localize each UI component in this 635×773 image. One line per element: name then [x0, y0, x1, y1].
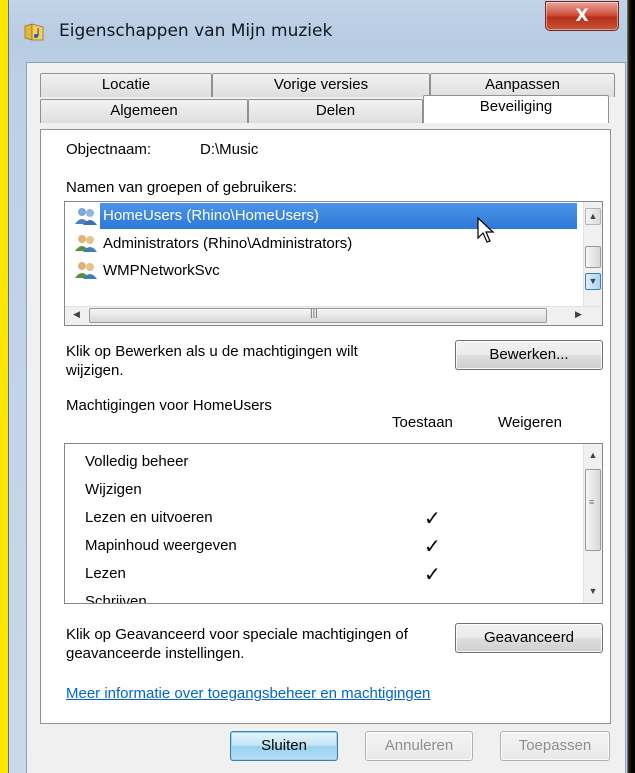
dialog-client-area: Locatie Vorige versies Aanpassen Algemee… — [26, 62, 626, 773]
chevron-down-icon: ▼ — [588, 276, 598, 286]
permissions-title: Machtigingen voor HomeUsers — [66, 397, 272, 414]
edit-button-label: Bewerken... — [489, 346, 569, 363]
group-name: HomeUsers (Rhino\HomeUsers) — [103, 207, 319, 224]
edit-hint: Klik op Bewerken als u de machtigingen w… — [66, 343, 358, 379]
tab-locatie[interactable]: Locatie — [40, 73, 212, 97]
check-icon: ✓ — [424, 506, 441, 530]
object-name-label: Objectnaam: — [66, 141, 152, 158]
permission-name: Wijzigen — [85, 481, 142, 498]
title-bar[interactable]: Eigenschappen van Mijn muziek X — [9, 0, 627, 62]
tab-delen[interactable]: Delen — [248, 99, 423, 123]
mouse-cursor-icon — [477, 216, 495, 243]
tab-beveiliging[interactable]: Beveiliging — [423, 95, 609, 123]
check-icon: ✓ — [424, 562, 441, 586]
object-name-value: D:\Music — [200, 141, 259, 158]
more-info-link[interactable]: Meer informatie over toegangsbeheer en m… — [66, 685, 430, 702]
allow-column-header: Toestaan — [392, 414, 453, 431]
chevron-up-icon: ▲ — [588, 450, 598, 460]
groups-listbox[interactable]: HomeUsers (Rhino\HomeUsers) Administrato… — [64, 201, 603, 326]
scroll-thumb[interactable]: ≡ — [585, 469, 601, 551]
grip-icon: ≡ — [589, 497, 595, 507]
tab-vorige-versies[interactable]: Vorige versies — [212, 73, 430, 97]
cancel-button[interactable]: Annuleren — [365, 731, 473, 761]
grip-icon: ||| — [310, 308, 318, 319]
advanced-hint: Klik op Geavanceerd voor speciale machti… — [66, 626, 408, 662]
user-group-icon — [75, 235, 97, 252]
group-name: WMPNetworkSvc — [103, 262, 220, 279]
chevron-right-icon: ▶ — [575, 309, 582, 319]
permissions-vertical-scrollbar[interactable]: ▲ ≡ ▼ — [583, 444, 602, 603]
scroll-down-button[interactable]: ▼ — [585, 273, 601, 290]
tab-label: Vorige versies — [273, 76, 369, 93]
permission-name: Schrijven — [85, 593, 147, 604]
close-button[interactable]: X — [545, 1, 619, 31]
tab-label: Aanpassen — [484, 76, 561, 93]
tab-aanpassen[interactable]: Aanpassen — [430, 73, 615, 97]
permissions-list[interactable]: Volledig beheer Wijzigen Lezen en uitvoe… — [64, 443, 603, 604]
close-button-label: Sluiten — [261, 737, 307, 754]
check-icon: ✓ — [424, 534, 441, 558]
apply-button[interactable]: Toepassen — [500, 731, 610, 761]
window-title: Eigenschappen van Mijn muziek — [59, 21, 333, 41]
scroll-up-button[interactable]: ▲ — [585, 448, 601, 465]
properties-dialog: Eigenschappen van Mijn muziek X Locatie … — [8, 0, 628, 773]
scroll-thumb[interactable] — [585, 246, 601, 268]
tab-label: Algemeen — [110, 102, 178, 119]
scroll-down-button[interactable]: ▼ — [585, 584, 601, 601]
close-icon: X — [575, 6, 589, 26]
security-tab-panel: Objectnaam: D:\Music Namen van groepen o… — [40, 129, 611, 724]
user-group-icon — [75, 208, 97, 225]
edit-button[interactable]: Bewerken... — [455, 340, 603, 370]
user-group-icon — [75, 262, 97, 279]
tab-label: Delen — [315, 102, 356, 119]
permission-name: Volledig beheer — [85, 453, 189, 470]
groups-vertical-scrollbar[interactable]: ▲ ▼ — [583, 202, 602, 307]
chevron-down-icon: ▼ — [588, 586, 598, 596]
apply-button-label: Toepassen — [518, 737, 592, 754]
tab-label: Beveiliging — [479, 98, 553, 115]
permission-name: Mapinhoud weergeven — [85, 537, 237, 554]
cancel-button-label: Annuleren — [384, 737, 454, 754]
chevron-left-icon: ◀ — [73, 309, 80, 319]
scroll-up-button[interactable]: ▲ — [585, 208, 601, 225]
groups-horizontal-scrollbar[interactable]: ◀ ||| ▶ — [65, 306, 602, 325]
tab-label: Locatie — [101, 76, 151, 93]
folder-music-icon — [24, 23, 44, 41]
close-dialog-button[interactable]: Sluiten — [230, 731, 338, 761]
group-name: Administrators (Rhino\Administrators) — [103, 235, 353, 252]
tab-algemeen[interactable]: Algemeen — [40, 99, 248, 123]
advanced-button[interactable]: Geavanceerd — [455, 623, 603, 653]
permission-name: Lezen en uitvoeren — [85, 509, 213, 526]
scroll-thumb[interactable]: ||| — [89, 308, 547, 323]
chevron-up-icon: ▲ — [588, 211, 598, 221]
deny-column-header: Weigeren — [498, 414, 562, 431]
groups-label: Namen van groepen of gebruikers: — [66, 179, 297, 196]
advanced-button-label: Geavanceerd — [483, 629, 575, 646]
permission-name: Lezen — [85, 565, 126, 582]
